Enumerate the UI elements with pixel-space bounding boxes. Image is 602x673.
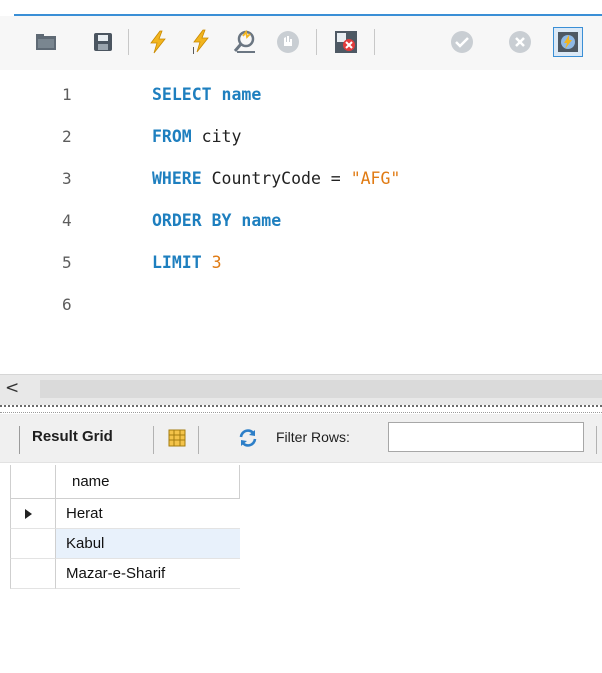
svg-text:I: I	[192, 46, 195, 55]
code-line[interactable]: 5 LIMIT 3	[0, 248, 602, 278]
sql-string: "AFG"	[350, 169, 401, 188]
sql-keyword: WHERE	[152, 169, 202, 188]
line-number: 5	[62, 253, 72, 272]
toolbar-separator	[198, 426, 199, 454]
line-number: 2	[62, 127, 72, 146]
row-header-corner	[10, 465, 56, 499]
grid-view-icon[interactable]	[168, 429, 186, 447]
code-line[interactable]: 1 SELECT name	[0, 80, 602, 110]
row-header[interactable]	[10, 559, 56, 589]
code-line[interactable]: 6	[0, 290, 602, 320]
horizontal-scrollbar[interactable]: <	[0, 374, 602, 405]
code-text[interactable]: LIMIT 3	[152, 248, 222, 278]
column-header-name[interactable]: name	[56, 465, 240, 499]
autocommit-icon[interactable]	[553, 27, 583, 57]
explain-icon[interactable]	[232, 29, 258, 55]
current-row-indicator-icon	[25, 509, 32, 519]
sql-identifier	[202, 253, 212, 272]
table-cell[interactable]: Herat	[56, 499, 240, 529]
result-grid-tab[interactable]: Result Grid	[32, 428, 113, 445]
toolbar-separator	[596, 426, 597, 454]
filter-rows-input[interactable]	[388, 422, 584, 452]
save-icon[interactable]	[90, 29, 116, 55]
code-text[interactable]: ORDER BY name	[152, 206, 281, 236]
code-line[interactable]: 4 ORDER BY name	[0, 206, 602, 236]
code-text[interactable]: WHERE CountryCode = "AFG"	[152, 164, 400, 194]
code-text[interactable]: FROM city	[152, 122, 241, 152]
execute-icon[interactable]	[145, 29, 171, 55]
toolbar-separator	[153, 426, 154, 454]
table-cell[interactable]: Kabul	[56, 529, 240, 559]
scrollbar-thumb[interactable]	[40, 380, 602, 398]
toolbar-grip	[19, 426, 20, 454]
refresh-icon[interactable]	[237, 428, 259, 448]
sql-keyword: ORDER BY name	[152, 211, 282, 230]
sql-keyword: SELECT name	[152, 85, 262, 104]
sql-keyword: LIMIT	[152, 253, 202, 272]
table-cell[interactable]: Mazar-e-Sharif	[56, 559, 240, 589]
row-header[interactable]	[10, 529, 56, 559]
code-line[interactable]: 2 FROM city	[0, 122, 602, 152]
commit-icon[interactable]	[449, 29, 475, 55]
toolbar-separator	[128, 29, 129, 55]
sql-keyword: FROM	[152, 127, 192, 146]
filter-rows-label: Filter Rows:	[276, 429, 350, 445]
line-number: 4	[62, 211, 72, 230]
toggle-error-icon[interactable]	[333, 29, 359, 55]
sql-number: 3	[211, 253, 222, 272]
scroll-left-arrow-icon[interactable]: <	[5, 378, 19, 398]
stop-icon[interactable]	[275, 29, 301, 55]
sql-editor[interactable]: 1 SELECT name 2 FROM city 3 WHERE CountryCode…	[0, 70, 602, 372]
sql-identifier: CountryCode =	[201, 169, 351, 188]
open-folder-icon[interactable]	[33, 29, 59, 55]
result-toolbar: Result Grid Filter Rows:	[0, 414, 602, 463]
line-number: 1	[62, 85, 72, 104]
toolbar-separator	[316, 29, 317, 55]
rollback-icon[interactable]	[507, 29, 533, 55]
code-line[interactable]: 3 WHERE CountryCode = "AFG"	[0, 164, 602, 194]
execute-current-icon[interactable]: I	[188, 29, 214, 55]
line-number: 6	[62, 295, 72, 314]
code-text[interactable]: SELECT name	[152, 80, 261, 110]
toolbar-separator	[374, 29, 375, 55]
sql-identifier: city	[191, 127, 242, 146]
row-header[interactable]	[10, 499, 56, 529]
splitter-handle[interactable]	[0, 405, 602, 413]
line-number: 3	[62, 169, 72, 188]
